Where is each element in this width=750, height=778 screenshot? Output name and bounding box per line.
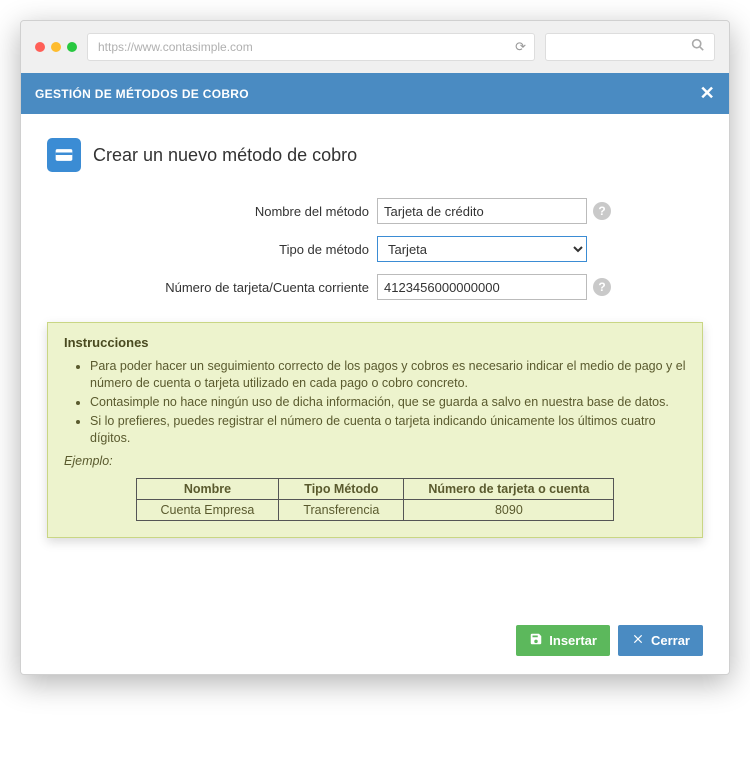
- browser-titlebar: https://www.contasimple.com ⟳: [21, 21, 729, 73]
- modal-header: GESTIÓN DE MÉTODOS DE COBRO ✕: [21, 73, 729, 114]
- row-method-name: Nombre del método ?: [47, 198, 703, 224]
- page-title-row: Crear un nuevo método de cobro: [47, 138, 703, 172]
- instruction-item: Contasimple no hace ningún uso de dicha …: [90, 394, 686, 411]
- instructions-title: Instrucciones: [64, 335, 686, 350]
- modal-content: Crear un nuevo método de cobro Nombre de…: [21, 114, 729, 674]
- save-icon: [529, 632, 543, 649]
- td-numero: 8090: [404, 500, 614, 521]
- page-heading: Crear un nuevo método de cobro: [93, 145, 357, 166]
- input-method-name[interactable]: [377, 198, 587, 224]
- td-tipo: Transferencia: [279, 500, 404, 521]
- row-number: Número de tarjeta/Cuenta corriente ?: [47, 274, 703, 300]
- th-tipo: Tipo Método: [279, 479, 404, 500]
- instructions-panel: Instrucciones Para poder hacer un seguim…: [47, 322, 703, 538]
- close-window-dot[interactable]: [35, 42, 45, 52]
- label-method-type: Tipo de método: [47, 242, 377, 257]
- instructions-list: Para poder hacer un seguimiento correcto…: [90, 358, 686, 446]
- table-row: Cuenta Empresa Transferencia 8090: [136, 500, 614, 521]
- search-bar[interactable]: [545, 33, 715, 61]
- td-nombre: Cuenta Empresa: [136, 500, 279, 521]
- close-label: Cerrar: [651, 633, 690, 648]
- modal-title: GESTIÓN DE MÉTODOS DE COBRO: [35, 87, 249, 101]
- url-bar[interactable]: https://www.contasimple.com ⟳: [87, 33, 535, 61]
- help-icon[interactable]: ?: [593, 202, 611, 220]
- maximize-window-dot[interactable]: [67, 42, 77, 52]
- card-icon: [47, 138, 81, 172]
- app-window: https://www.contasimple.com ⟳ GESTIÓN DE…: [20, 20, 730, 675]
- th-nombre: Nombre: [136, 479, 279, 500]
- window-controls: [35, 42, 77, 52]
- label-method-name: Nombre del método: [47, 204, 377, 219]
- instruction-item: Para poder hacer un seguimiento correcto…: [90, 358, 686, 392]
- insert-button[interactable]: Insertar: [516, 625, 610, 656]
- close-x-icon: [631, 632, 645, 649]
- close-button[interactable]: Cerrar: [618, 625, 703, 656]
- reload-icon[interactable]: ⟳: [515, 39, 526, 55]
- example-label: Ejemplo:: [64, 454, 686, 468]
- minimize-window-dot[interactable]: [51, 42, 61, 52]
- select-method-type[interactable]: Tarjeta: [377, 236, 587, 262]
- url-text: https://www.contasimple.com: [98, 40, 253, 54]
- form: Nombre del método ? Tipo de método Tarje…: [47, 198, 703, 300]
- table-header-row: Nombre Tipo Método Número de tarjeta o c…: [136, 479, 614, 500]
- instruction-item: Si lo prefieres, puedes registrar el núm…: [90, 413, 686, 447]
- input-number[interactable]: [377, 274, 587, 300]
- search-icon: [691, 38, 704, 56]
- footer-buttons: Insertar Cerrar: [516, 625, 703, 656]
- example-table: Nombre Tipo Método Número de tarjeta o c…: [136, 478, 615, 521]
- close-icon[interactable]: ✕: [700, 83, 715, 104]
- insert-label: Insertar: [549, 633, 597, 648]
- row-method-type: Tipo de método Tarjeta: [47, 236, 703, 262]
- label-number: Número de tarjeta/Cuenta corriente: [47, 280, 377, 295]
- th-numero: Número de tarjeta o cuenta: [404, 479, 614, 500]
- help-icon[interactable]: ?: [593, 278, 611, 296]
